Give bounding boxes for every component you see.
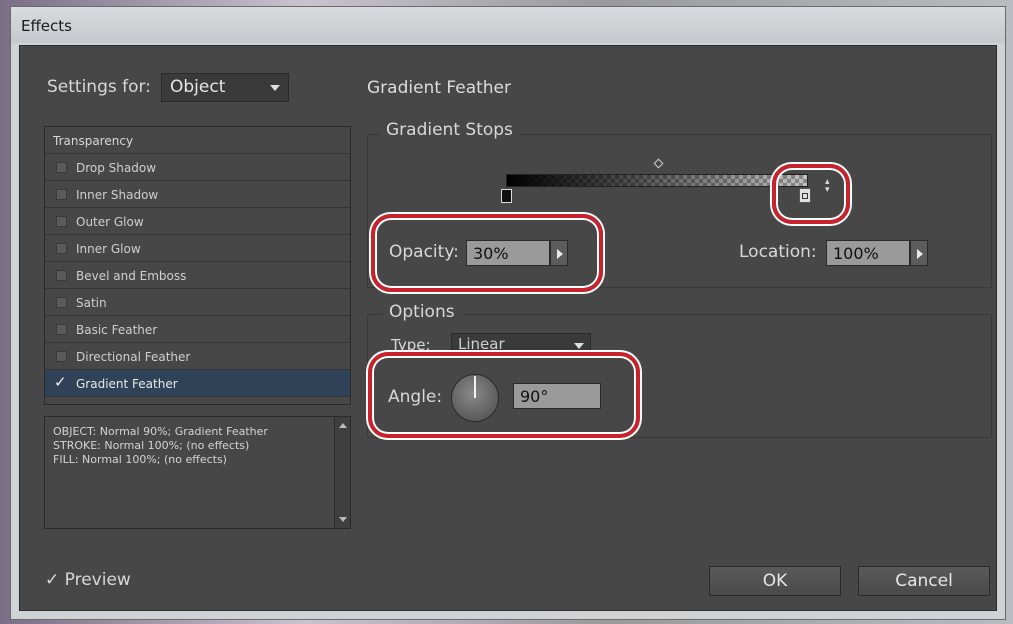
settings-for-value: Object: [170, 77, 226, 97]
dialog-body: Settings for: Object Gradient Feather Tr…: [19, 45, 997, 611]
opacity-stepper[interactable]: [550, 240, 568, 266]
type-value: Linear: [458, 335, 505, 353]
location-stepper[interactable]: [910, 240, 928, 266]
list-item-basic-feather[interactable]: Basic Feather: [45, 316, 350, 343]
highlight-gradient-stop: [772, 164, 850, 224]
list-item-label: Bevel and Emboss: [76, 269, 187, 283]
summary-line-fill: FILL: Normal 100%; (no effects): [53, 453, 227, 466]
effects-summary: OBJECT: Normal 90%; Gradient Feather STR…: [44, 416, 351, 529]
stop-arrows-icon[interactable]: ▴ ▾: [825, 178, 830, 195]
list-item-transparency[interactable]: Transparency: [45, 127, 350, 154]
list-item-gradient-feather[interactable]: ✓ Gradient Feather: [45, 370, 350, 397]
list-item-label: Basic Feather: [76, 323, 158, 337]
location-label: Location:: [739, 242, 817, 262]
location-input[interactable]: 100%: [826, 240, 910, 266]
list-item-label: Outer Glow: [76, 215, 144, 229]
checkbox[interactable]: [56, 324, 67, 335]
list-item-satin[interactable]: Satin: [45, 289, 350, 316]
list-item-label: Satin: [76, 296, 107, 310]
list-item-inner-shadow[interactable]: Inner Shadow: [45, 181, 350, 208]
checkmark-icon[interactable]: ✓: [54, 373, 67, 391]
chevron-right-icon: [557, 249, 563, 259]
section-title: Gradient Feather: [367, 78, 512, 98]
cancel-button[interactable]: Cancel: [858, 566, 990, 596]
list-item-label: Drop Shadow: [76, 161, 157, 175]
list-item-label: Transparency: [53, 134, 134, 148]
list-item-drop-shadow[interactable]: Drop Shadow: [45, 154, 350, 181]
list-item-directional-feather[interactable]: Directional Feather: [45, 343, 350, 370]
gradient-ramp[interactable]: [506, 174, 808, 187]
scroll-down-icon[interactable]: [339, 517, 347, 522]
angle-input[interactable]: 90°: [513, 383, 601, 409]
checkbox[interactable]: [56, 162, 67, 173]
list-item-label: Inner Glow: [76, 242, 141, 256]
checkbox[interactable]: [56, 297, 67, 308]
stop-square-icon: [802, 193, 808, 199]
summary-line-object: OBJECT: Normal 90%; Gradient Feather: [53, 425, 268, 438]
effects-dialog: Effects Settings for: Object Gradient Fe…: [10, 6, 1006, 620]
gradient-stop-end[interactable]: [799, 188, 811, 203]
checkbox[interactable]: [56, 216, 67, 227]
title-bar[interactable]: Effects: [11, 7, 1005, 43]
options-title: Options: [383, 302, 461, 322]
gradient-stop-start[interactable]: [501, 189, 512, 203]
summary-line-stroke: STROKE: Normal 100%; (no effects): [53, 439, 250, 452]
checkbox[interactable]: [56, 189, 67, 200]
list-item-label: Gradient Feather: [76, 377, 178, 391]
summary-scrollbar[interactable]: [334, 417, 350, 528]
angle-dial-needle: [474, 376, 476, 398]
chevron-right-icon: [917, 249, 923, 259]
list-item-bevel-and-emboss[interactable]: Bevel and Emboss: [45, 262, 350, 289]
opacity-input[interactable]: 30%: [466, 240, 550, 266]
list-item-inner-glow[interactable]: Inner Glow: [45, 235, 350, 262]
angle-label: Angle:: [388, 387, 443, 407]
checkbox[interactable]: [56, 243, 67, 254]
checkbox[interactable]: [56, 351, 67, 362]
preview-label: Preview: [64, 570, 131, 590]
settings-for-label: Settings for:: [47, 77, 151, 97]
effects-list: Transparency Drop Shadow Inner Shadow Ou…: [44, 126, 351, 405]
list-item-outer-glow[interactable]: Outer Glow: [45, 208, 350, 235]
list-item-label: Inner Shadow: [76, 188, 159, 202]
scroll-up-icon[interactable]: [339, 423, 347, 428]
settings-for-dropdown[interactable]: Object: [161, 73, 289, 102]
chevron-down-icon: [270, 85, 280, 91]
opacity-label: Opacity:: [389, 242, 459, 262]
preview-checkbox[interactable]: ✓ Preview: [45, 570, 131, 590]
checkmark-icon: ✓: [45, 570, 60, 590]
window-title: Effects: [21, 17, 72, 35]
ok-button[interactable]: OK: [709, 566, 841, 596]
chevron-down-icon: [574, 343, 584, 349]
summary-text: OBJECT: Normal 90%; Gradient Feather STR…: [53, 425, 268, 467]
list-item-label: Directional Feather: [76, 350, 191, 364]
checkbox[interactable]: [56, 270, 67, 281]
gradient-stops-title: Gradient Stops: [380, 120, 519, 140]
